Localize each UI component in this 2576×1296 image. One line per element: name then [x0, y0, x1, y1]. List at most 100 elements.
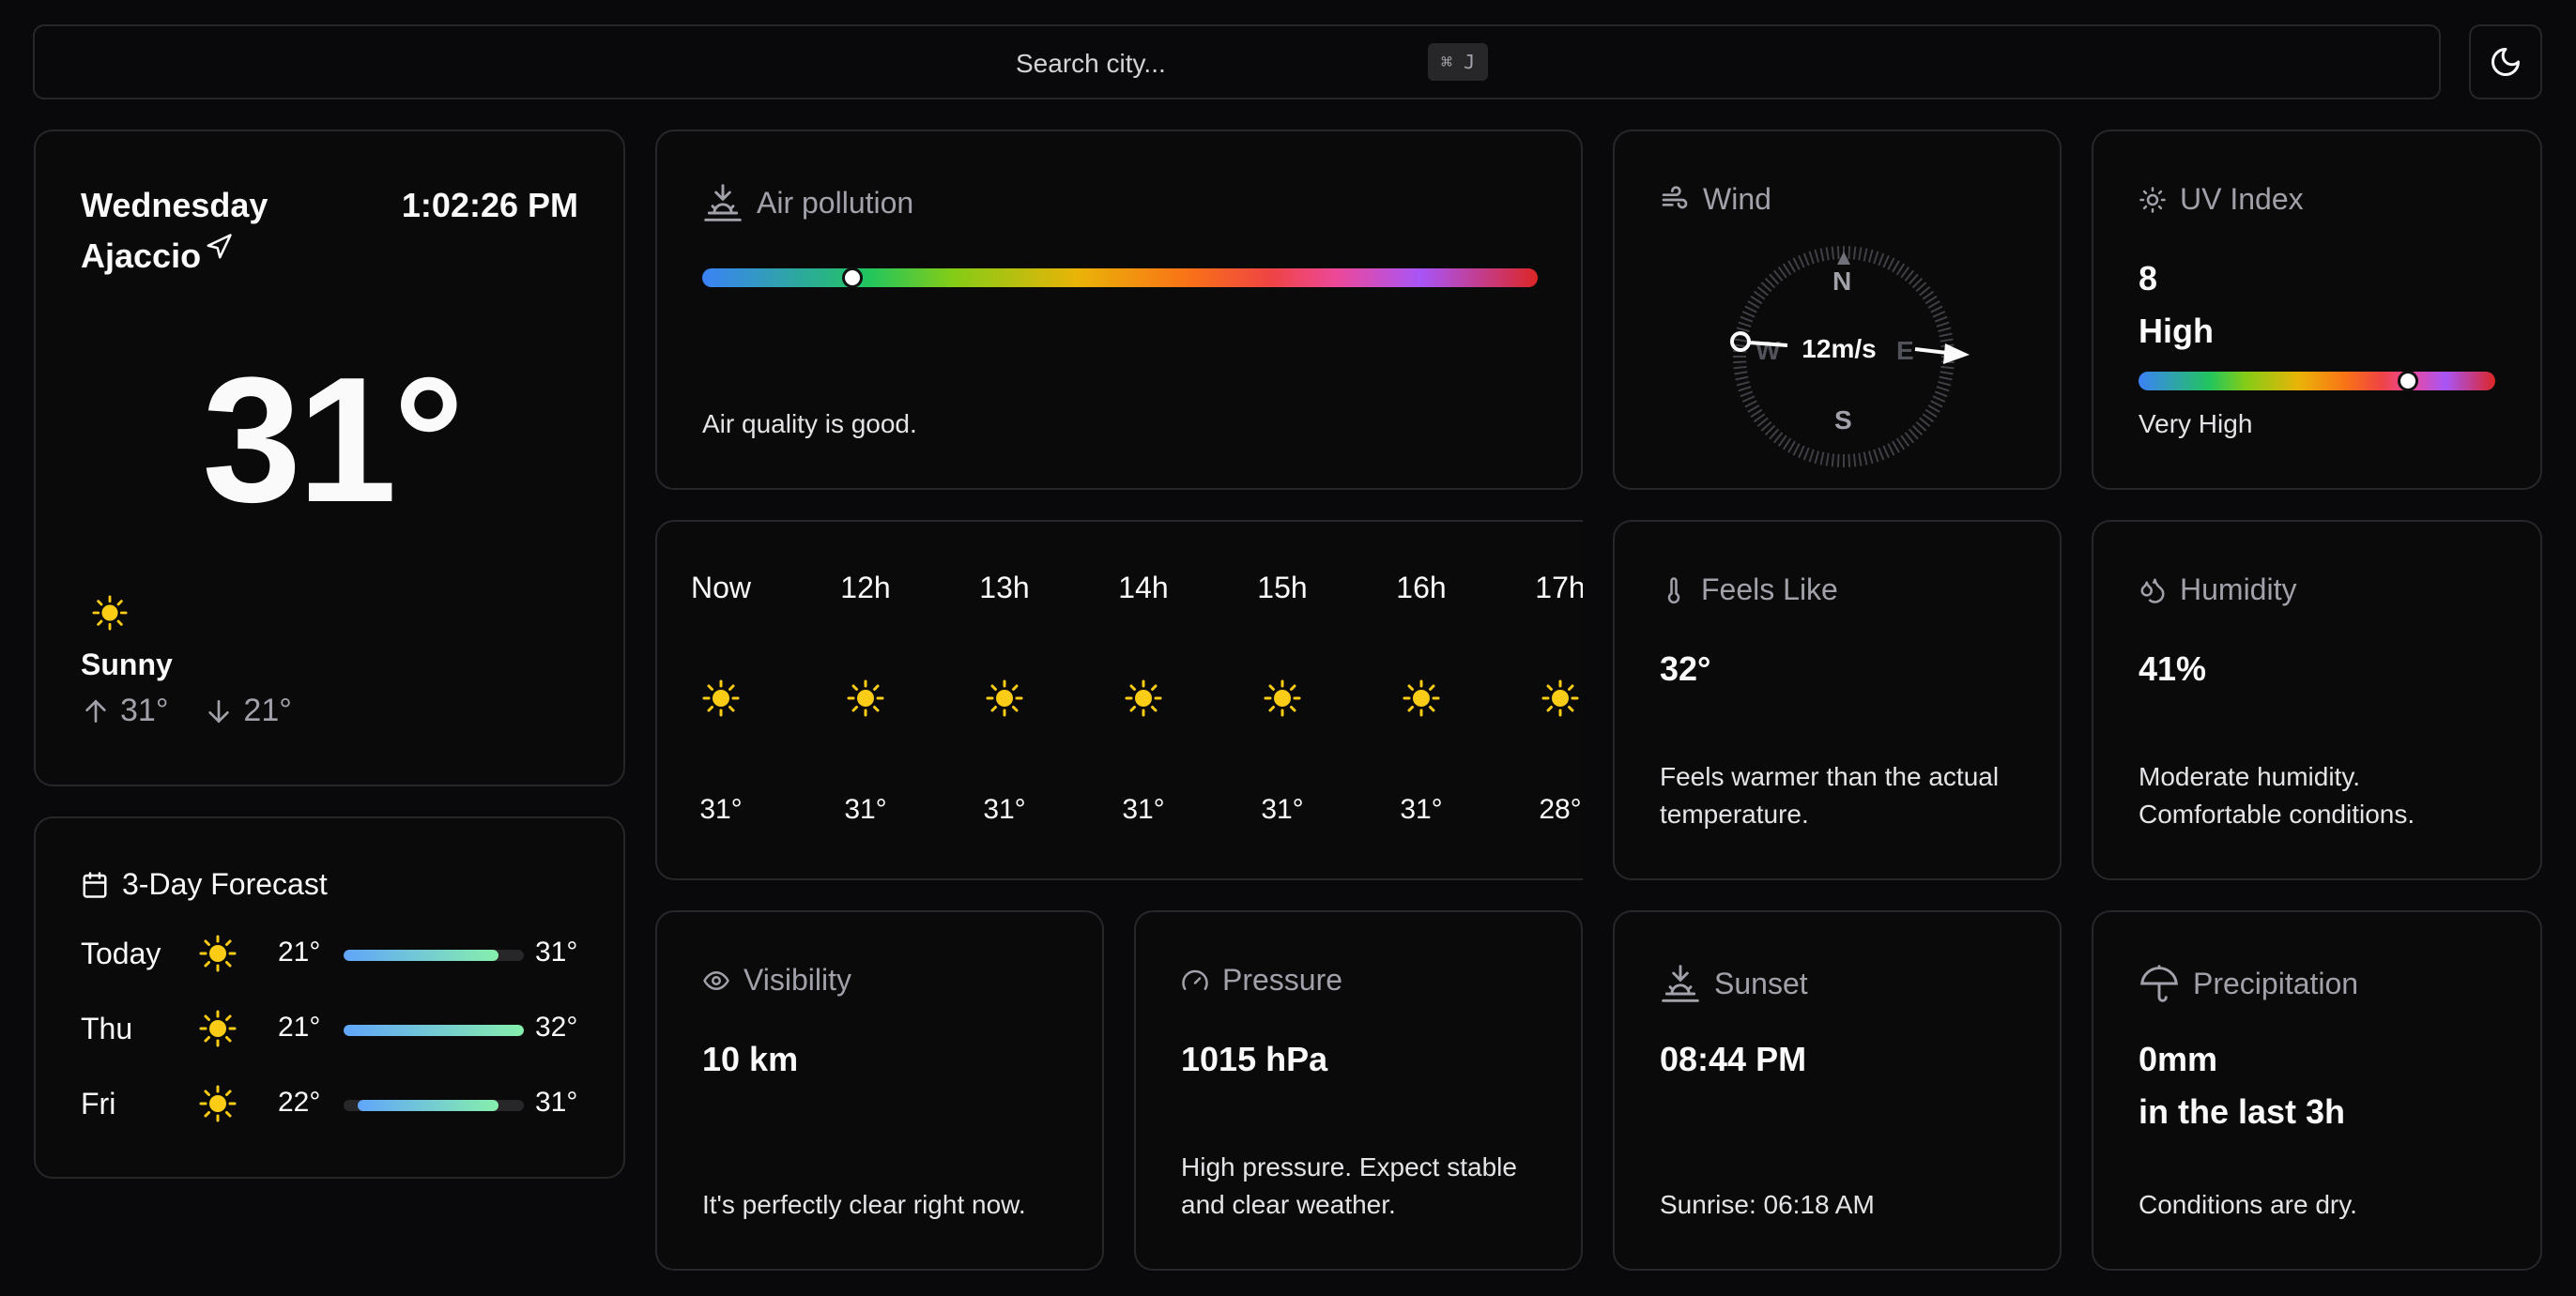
- feels-like-title: Feels Like: [1701, 572, 1838, 606]
- city-label: Ajaccio: [81, 236, 202, 275]
- forecast-range-bar: [344, 950, 524, 961]
- humidity-card: Humidity 41% Moderate humidity. Comforta…: [2092, 520, 2542, 880]
- uv-level-bar: [2139, 372, 2495, 390]
- wind-title: Wind: [1703, 182, 1771, 216]
- humidity-title: Humidity: [2180, 572, 2297, 606]
- current-temperature: 31°: [202, 341, 464, 540]
- forecast-min: 21°: [278, 937, 321, 968]
- sun-icon: [702, 679, 740, 722]
- search-input[interactable]: Search city...: [1016, 49, 1166, 79]
- uv-index-card: UV Index 8 High Very High: [2092, 130, 2542, 490]
- sunset-icon: [1662, 965, 1699, 1002]
- forecast-max: 31°: [535, 937, 578, 968]
- humidity-header: Humidity: [2139, 572, 2296, 607]
- theme-toggle-button[interactable]: [2469, 24, 2542, 99]
- precipitation-title: Precipitation: [2193, 966, 2359, 1000]
- sun-icon: [1541, 679, 1579, 722]
- hour-label: 13h: [979, 571, 1030, 604]
- hourly-scroll[interactable]: Now 31° 12h 31° 13h 31° 14h 31° 15h 31° 16h 31° 17h 2…: [657, 522, 1583, 878]
- forecast-day: Today: [81, 937, 161, 970]
- sunset-value: 08:44 PM: [1660, 1040, 1807, 1078]
- hour-temp: 31°: [1400, 794, 1443, 825]
- visibility-description: It's perfectly clear right now.: [702, 1190, 1026, 1219]
- thermometer-icon: [1667, 576, 1680, 603]
- forecast-header: 3-Day Forecast: [81, 867, 328, 902]
- umbrella-icon: [2140, 965, 2178, 1002]
- precipitation-description: Conditions are dry.: [2139, 1190, 2357, 1219]
- forecast-max: 31°: [535, 1087, 578, 1118]
- hour-label: 16h: [1396, 571, 1447, 604]
- hourly-item: 15h 31°: [1245, 522, 1320, 878]
- hourly-item: Now 31°: [683, 522, 759, 878]
- pressure-value: 1015 hPa: [1181, 1040, 1328, 1078]
- arrow-up-icon: [85, 698, 106, 723]
- hour-label: Now: [690, 571, 751, 604]
- sunset-title: Sunset: [1714, 966, 1808, 1000]
- forecast-max: 32°: [535, 1012, 578, 1043]
- compass-south: S: [1834, 405, 1852, 435]
- sunset-card: Sunset 08:44 PM Sunrise: 06:18 AM: [1613, 910, 2062, 1271]
- compass-north: N: [1832, 267, 1852, 296]
- feels-like-value: 32°: [1660, 649, 1711, 688]
- hour-label: 17h: [1535, 571, 1583, 604]
- hour-temp: 28°: [1539, 794, 1582, 825]
- search-bar[interactable]: Search city... ⌘ J: [33, 24, 2441, 99]
- pressure-card: Pressure 1015 hPa High pressure. Expect …: [1134, 910, 1583, 1271]
- wind-header: Wind: [1660, 182, 1771, 217]
- high-low-row: 31° 21°: [81, 693, 292, 729]
- sun-icon: [199, 1010, 237, 1052]
- hour-temp: 31°: [1122, 794, 1165, 825]
- forecast-range-bar: [344, 1100, 524, 1111]
- air-pollution-card: Air pollution Air quality is good.: [655, 130, 1583, 490]
- sun-icon: [1125, 679, 1162, 722]
- condition-label: Sunny: [81, 648, 173, 681]
- uv-level-indicator: [2397, 371, 2418, 391]
- sun-icon: [1264, 679, 1301, 722]
- uv-category: High: [2139, 312, 2214, 350]
- precipitation-period: in the last 3h: [2139, 1092, 2346, 1131]
- calendar-icon: [83, 871, 107, 898]
- haze-icon: [704, 184, 742, 221]
- air-pollution-header: Air pollution: [702, 182, 913, 223]
- eye-icon: [703, 970, 729, 990]
- gauge-icon: [1182, 969, 1208, 990]
- uv-title: UV Index: [2180, 182, 2304, 216]
- city-row: Ajaccio: [81, 234, 233, 276]
- sunrise-description: Sunrise: 06:18 AM: [1660, 1190, 1875, 1219]
- forecast-min: 21°: [278, 1012, 321, 1043]
- moon-icon: [2492, 48, 2520, 76]
- visibility-value: 10 km: [702, 1040, 799, 1078]
- visibility-title: Visibility: [744, 963, 851, 997]
- uv-value: 8: [2139, 259, 2158, 297]
- hourly-item: 17h 28°: [1523, 522, 1583, 878]
- feels-like-description: Feels warmer than the actual temperature…: [1660, 762, 2000, 829]
- precipitation-amount: 0mm: [2139, 1040, 2218, 1078]
- hourly-item: 14h 31°: [1106, 522, 1181, 878]
- air-pollution-title: Air pollution: [757, 185, 914, 220]
- hourly-item: 16h 31°: [1384, 522, 1459, 878]
- hourly-forecast-card: Now 31° 12h 31° 13h 31° 14h 31° 15h 31° 16h 31° 17h 2…: [655, 520, 1583, 880]
- forecast-row: Thu 21° 32°: [81, 1006, 606, 1053]
- hour-label: 12h: [840, 571, 891, 604]
- air-pollution-description: Air quality is good.: [702, 409, 917, 438]
- location-arrow-icon: [207, 234, 232, 259]
- droplets-icon: [2140, 578, 2165, 603]
- sun-icon: [847, 679, 884, 722]
- hour-temp: 31°: [699, 794, 743, 825]
- current-weather-card: Wednesday 1:02:26 PM Ajaccio 31° Sunny 3…: [34, 130, 625, 786]
- uv-description: Very High: [2139, 409, 2253, 438]
- precipitation-card: Precipitation 0mm in the last 3h Conditi…: [2092, 910, 2542, 1271]
- forecast-min: 22°: [278, 1087, 321, 1118]
- wind-speed: 12m/s: [1802, 334, 1877, 363]
- sun-icon: [1403, 679, 1440, 722]
- hour-temp: 31°: [844, 794, 887, 825]
- feels-like-card: Feels Like 32° Feels warmer than the act…: [1613, 520, 2062, 880]
- forecast-day: Fri: [81, 1087, 116, 1121]
- high-temp: 31°: [120, 693, 169, 728]
- forecast-row: Today 21° 31°: [81, 931, 606, 978]
- time-label: 1:02:26 PM: [401, 186, 578, 224]
- sun-icon: [199, 935, 237, 977]
- hour-temp: 31°: [1261, 794, 1304, 825]
- humidity-value: 41%: [2139, 649, 2207, 688]
- hour-temp: 31°: [983, 794, 1026, 825]
